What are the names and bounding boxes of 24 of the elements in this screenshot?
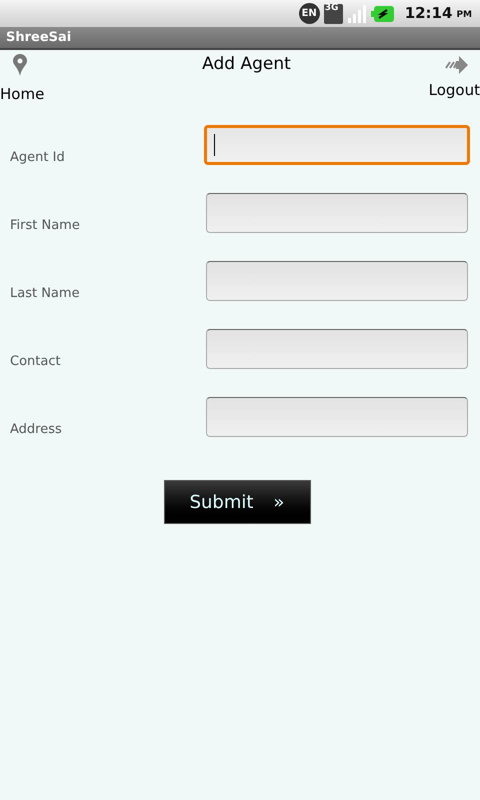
home-button[interactable]: Home bbox=[0, 50, 44, 110]
clock-period: PM bbox=[456, 8, 472, 22]
text-cursor bbox=[214, 134, 215, 156]
input-field[interactable] bbox=[206, 193, 468, 233]
field-label: Contact bbox=[10, 352, 62, 370]
clock: 12:14 bbox=[404, 3, 452, 24]
field-label: Agent Id bbox=[10, 148, 66, 166]
arrow-icon bbox=[444, 56, 468, 74]
logout-button[interactable]: Logout bbox=[428, 50, 480, 110]
field-label: Last Name bbox=[10, 284, 81, 302]
network-indicator: 3G bbox=[324, 4, 343, 24]
battery-icon bbox=[370, 4, 395, 22]
signal-icon bbox=[346, 4, 367, 24]
input-field[interactable] bbox=[206, 329, 468, 369]
input-field[interactable] bbox=[206, 261, 468, 301]
submit-button[interactable]: Submit » bbox=[164, 480, 310, 524]
input-field[interactable] bbox=[206, 397, 468, 437]
page-title: Add Agent bbox=[202, 53, 291, 76]
app-title: ShreeSai bbox=[6, 28, 72, 47]
input-field[interactable] bbox=[204, 125, 470, 165]
field-label: Address bbox=[10, 420, 63, 438]
field-label: First Name bbox=[10, 216, 81, 234]
map-pin-icon bbox=[12, 53, 28, 77]
language-indicator: EN bbox=[298, 3, 320, 24]
